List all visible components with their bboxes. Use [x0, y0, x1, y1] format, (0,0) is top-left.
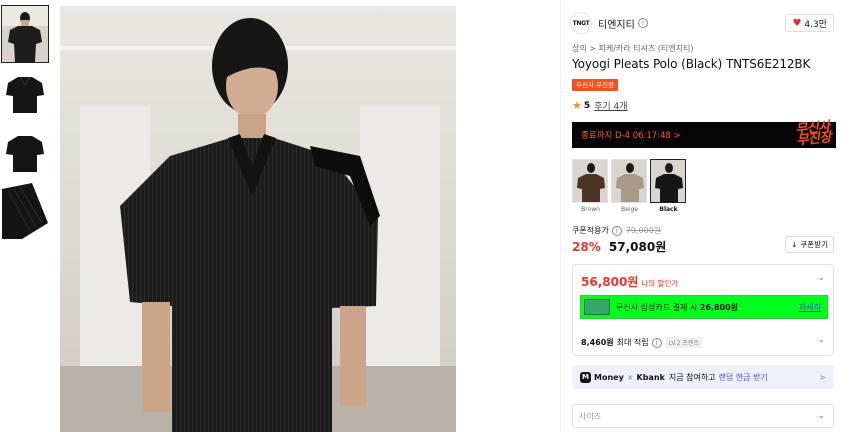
- download-icon: ↓: [791, 240, 798, 249]
- rating-score: 5: [583, 100, 591, 111]
- thumbnail-flat-front[interactable]: [2, 65, 48, 121]
- level-tag: LV.2 프렌즈: [665, 337, 702, 348]
- like-count: 4.3만: [804, 19, 827, 30]
- color-option-black[interactable]: Black: [650, 159, 687, 213]
- info-icon[interactable]: i: [611, 225, 622, 236]
- original-price: 79,000원: [625, 226, 662, 235]
- thumbnail-list: [1, 5, 50, 242]
- accrual-row: 8,460원 최대 적립 i LV.2 프렌즈: [581, 337, 702, 348]
- brand-logo[interactable]: TNGT: [570, 12, 592, 34]
- card-benefit-row[interactable]: 무신사 삼성카드 결제 시 26,800원 자세히: [580, 295, 828, 319]
- card-benefit-text: 무신사 삼성카드 결제 시 26,800원: [616, 302, 739, 312]
- product-title: Yoyogi Pleats Polo (Black) TNTS6E212BK: [572, 57, 811, 71]
- chevron-down-icon[interactable]: ⌄: [817, 273, 825, 283]
- like-button[interactable]: ♥ 4.3만: [785, 14, 834, 32]
- info-icon[interactable]: i: [651, 337, 662, 348]
- coupon-button[interactable]: ↓ 쿠폰받기: [785, 236, 834, 253]
- info-icon[interactable]: i: [637, 18, 648, 28]
- discount-rate: 28%: [572, 240, 601, 254]
- event-logo: 무신사 무진장: [794, 119, 832, 149]
- kbank-promo-banner[interactable]: M Money × Kbank 지금 참여하고 랜덤 현금 받기 >: [572, 365, 834, 389]
- money-icon: M: [580, 371, 591, 383]
- thumbnail-model-front[interactable]: [1, 5, 49, 63]
- color-swatch-black: [650, 159, 686, 203]
- event-badge: 무신사 무진장: [572, 79, 618, 91]
- my-price: 56,800원 나의 할인가: [581, 275, 679, 289]
- color-option-beige[interactable]: Beige: [611, 159, 648, 213]
- reviews-link[interactable]: 후기 4개: [594, 99, 627, 112]
- star-icon: ★: [572, 99, 582, 112]
- thumbnail-fabric-detail[interactable]: [2, 183, 48, 239]
- sale-timer-banner[interactable]: 종료까지 D-4 06:17:48 > 무신사 무진장: [572, 119, 836, 149]
- price-row: 28% 57,080원: [572, 238, 666, 255]
- size-select[interactable]: 사이즈 ⌄: [572, 404, 834, 428]
- breadcrumb[interactable]: 상의 > 피케/카라 티셔츠 (티엔지티): [572, 43, 694, 54]
- color-option-brown[interactable]: Brown: [572, 159, 609, 213]
- card-icon: [584, 299, 610, 315]
- thumbnail-flat-back[interactable]: [2, 124, 48, 180]
- coupon-price-label: 쿠폰적용가 i 79,000원: [572, 225, 662, 236]
- card-detail-link[interactable]: 자세히: [799, 302, 821, 313]
- panel-divider: [560, 0, 561, 432]
- color-swatch-beige: [611, 159, 647, 203]
- benefit-box: 56,800원 나의 할인가 ⌄ 무신사 삼성카드 결제 시 26,800원 자…: [572, 264, 834, 356]
- color-options: Brown Beige Black: [572, 159, 689, 213]
- timer-text: 종료까지 D-4 06:17:48 >: [581, 131, 681, 141]
- promo-link[interactable]: 랜덤 현금 받기: [719, 372, 768, 383]
- rating-row: ★ 5 후기 4개: [572, 99, 628, 112]
- main-product-image: [60, 6, 456, 432]
- brand-name[interactable]: 티엔지티: [598, 16, 635, 31]
- color-swatch-brown: [572, 159, 608, 203]
- heart-icon: ♥: [792, 17, 802, 29]
- sale-price: 57,080원: [608, 240, 667, 254]
- chevron-down-icon: ⌄: [817, 411, 825, 421]
- chevron-down-icon[interactable]: ⌄: [817, 335, 825, 345]
- chevron-right-icon: >: [819, 372, 826, 382]
- product-info-panel: TNGT 티엔지티 i ♥ 4.3만 상의 > 피케/카라 티셔츠 (티엔지티)…: [570, 0, 840, 432]
- brand-row: TNGT 티엔지티 i ♥ 4.3만: [570, 12, 840, 34]
